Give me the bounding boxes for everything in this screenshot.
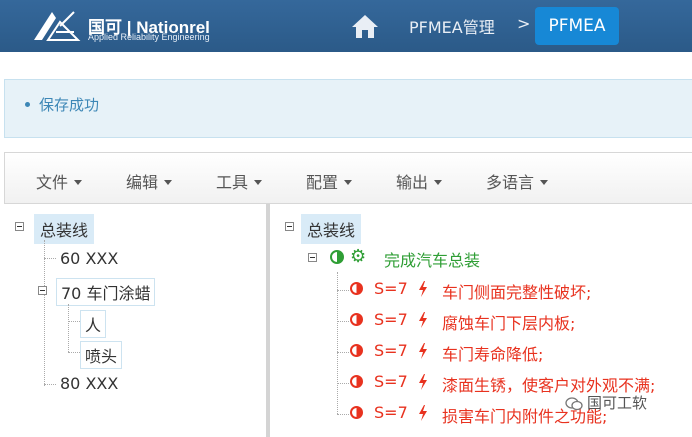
lightning-icon: [419, 312, 427, 328]
menu-edit[interactable]: 编辑: [126, 169, 173, 193]
menu-tools-label: 工具: [216, 173, 249, 192]
menu-output[interactable]: 输出: [396, 169, 443, 193]
breadcrumb-parent[interactable]: PFMEA管理: [409, 14, 495, 38]
lightning-icon: [419, 343, 427, 359]
tree-connector: [337, 321, 349, 322]
wechat-icon: [565, 396, 583, 410]
severity-label: S=7: [374, 372, 408, 391]
fmea-root-node[interactable]: 总装线: [301, 214, 362, 244]
collapse-toggle-icon[interactable]: [15, 222, 24, 231]
menu-tools[interactable]: 工具: [216, 169, 263, 193]
half-circle-icon: [330, 250, 344, 264]
caret-down-icon: [540, 180, 549, 185]
tree-connector: [68, 321, 80, 322]
menu-config[interactable]: 配置: [306, 169, 353, 193]
home-icon[interactable]: [351, 13, 379, 39]
watermark-text: 国可工软: [587, 394, 648, 412]
failure-mode-text: 腐蚀车门下层内板;: [442, 314, 576, 333]
menu-bar: 文件 编辑 工具 配置 输出 多语言: [4, 152, 692, 204]
half-circle-icon: [350, 406, 363, 419]
brand-tagline: Applied Reliability Engineering: [88, 32, 210, 42]
severity-label: S=7: [374, 341, 408, 360]
tree-connector: [68, 352, 80, 353]
success-alert: 保存成功: [4, 79, 692, 138]
caret-down-icon: [434, 180, 443, 185]
tree-connector: [44, 384, 56, 385]
caret-down-icon: [254, 180, 263, 185]
caret-down-icon: [164, 180, 173, 185]
breadcrumb-current[interactable]: PFMEA: [535, 7, 619, 45]
tree-connector: [337, 383, 349, 384]
lightning-icon: [419, 281, 427, 297]
menu-config-label: 配置: [306, 173, 339, 192]
tree-connector: [68, 304, 69, 352]
lightning-icon: [419, 405, 427, 421]
menu-file[interactable]: 文件: [36, 169, 83, 193]
failure-mode-text: 车门寿命降低;: [442, 345, 544, 364]
half-circle-icon: [350, 282, 363, 295]
menu-language-label: 多语言: [486, 173, 535, 192]
caret-down-icon: [344, 180, 353, 185]
half-circle-icon: [350, 375, 363, 388]
watermark: 国可工软: [565, 392, 647, 413]
brand-logo[interactable]: 国可 | Nationrel Applied Reliability Engin…: [30, 6, 230, 46]
collapse-toggle-icon[interactable]: [285, 222, 294, 231]
collapse-toggle-icon[interactable]: [308, 253, 317, 262]
tree-connector: [337, 272, 338, 414]
collapse-toggle-icon[interactable]: [38, 286, 47, 295]
alert-message: 保存成功: [39, 96, 100, 114]
tree-node-80[interactable]: 80 XXX: [60, 374, 118, 393]
bullet-icon: [25, 102, 30, 107]
tree-connector: [337, 352, 349, 353]
severity-label: S=7: [374, 279, 408, 298]
failure-mode-text: 车门侧面完整性破坏;: [442, 283, 592, 302]
menu-edit-label: 编辑: [126, 173, 159, 192]
brand-logo-icon: [34, 11, 81, 41]
tree-node-root[interactable]: 总装线: [34, 214, 95, 244]
lightning-icon: [419, 374, 427, 390]
half-circle-icon: [350, 313, 363, 326]
gear-icon: ⚙: [350, 246, 367, 267]
menu-language[interactable]: 多语言: [486, 169, 549, 193]
caret-down-icon: [74, 180, 83, 185]
tree-connector: [44, 258, 56, 259]
tree-connector: [337, 414, 349, 415]
tree-node-70[interactable]: 70 车门涂蜡: [56, 278, 156, 306]
tree-connector: [44, 240, 45, 386]
severity-label: S=7: [374, 403, 408, 422]
function-label: 完成汽车总装: [384, 251, 481, 270]
tree-node-60[interactable]: 60 XXX: [60, 249, 118, 268]
half-circle-icon: [350, 344, 363, 357]
menu-output-label: 输出: [396, 173, 429, 192]
tree-node-nozzle[interactable]: 喷头: [80, 341, 123, 369]
breadcrumb-separator: >: [517, 14, 531, 33]
top-header: 国可 | Nationrel Applied Reliability Engin…: [0, 0, 692, 52]
severity-label: S=7: [374, 310, 408, 329]
tree-connector: [337, 290, 349, 291]
tree-node-person[interactable]: 人: [80, 310, 107, 338]
menu-file-label: 文件: [36, 173, 69, 192]
